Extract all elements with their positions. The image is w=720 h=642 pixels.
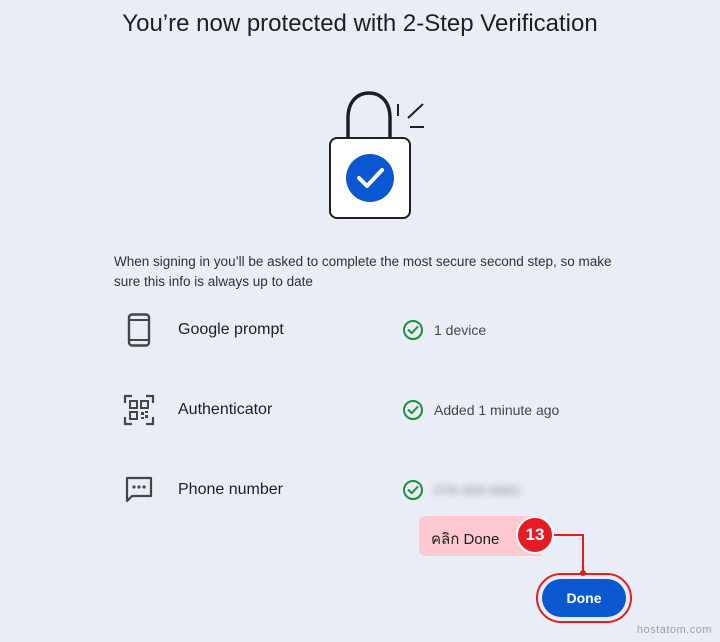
method-label: Authenticator [178,401,273,418]
phone-number-value: 076-309 6462 [434,482,521,498]
done-button[interactable]: Done [542,579,626,617]
method-status: Added 1 minute ago [434,402,560,418]
method-row-google-prompt[interactable]: Google prompt 1 device [114,310,634,350]
method-row-phone-number[interactable]: Phone number 076-309 6462 [114,470,634,510]
check-circle-icon [403,400,423,420]
method-status: 1 device [434,322,487,338]
check-circle-icon [403,480,423,500]
message-icon [122,470,156,510]
method-label: Google prompt [178,321,284,338]
watermark: hostatom.com [636,624,712,636]
method-label: Phone number [178,481,283,498]
qr-code-icon [122,390,156,430]
phone-icon [122,310,156,350]
step-number-badge: 13 [516,516,554,554]
page-title: You’re now protected with 2-Step Verific… [122,10,598,37]
callout-text: คลิก Done [431,531,500,548]
lock-check-illustration [329,91,424,219]
method-row-authenticator[interactable]: Authenticator Added 1 minute ago [114,390,634,430]
description-text: When signing in you’ll be asked to compl… [114,254,612,289]
check-circle-icon [403,320,423,340]
